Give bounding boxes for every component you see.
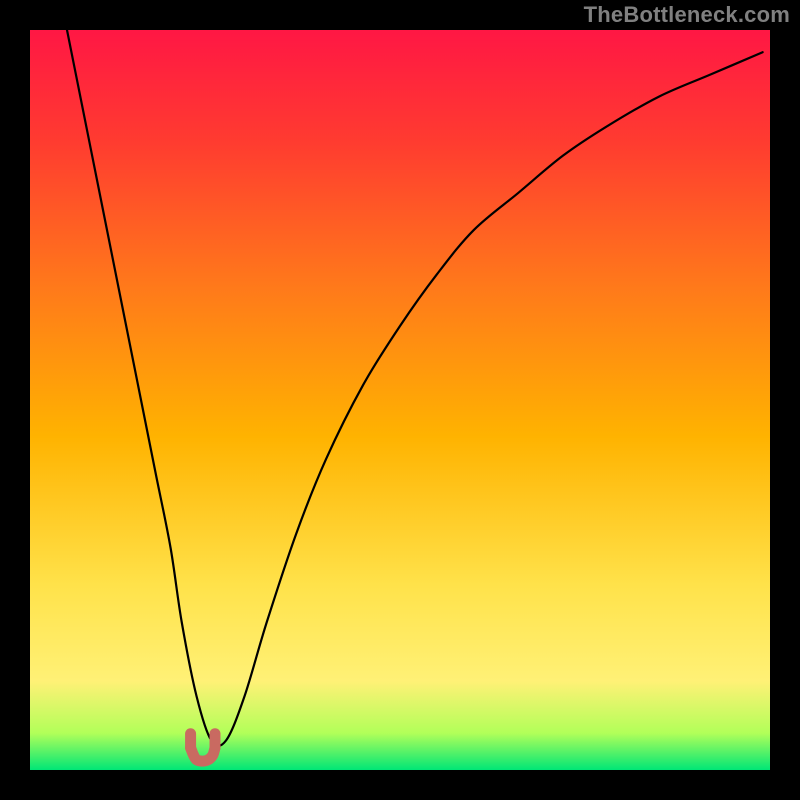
stage: TheBottleneck.com	[0, 0, 800, 800]
watermark-label: TheBottleneck.com	[584, 2, 790, 28]
bottleneck-chart	[0, 0, 800, 800]
